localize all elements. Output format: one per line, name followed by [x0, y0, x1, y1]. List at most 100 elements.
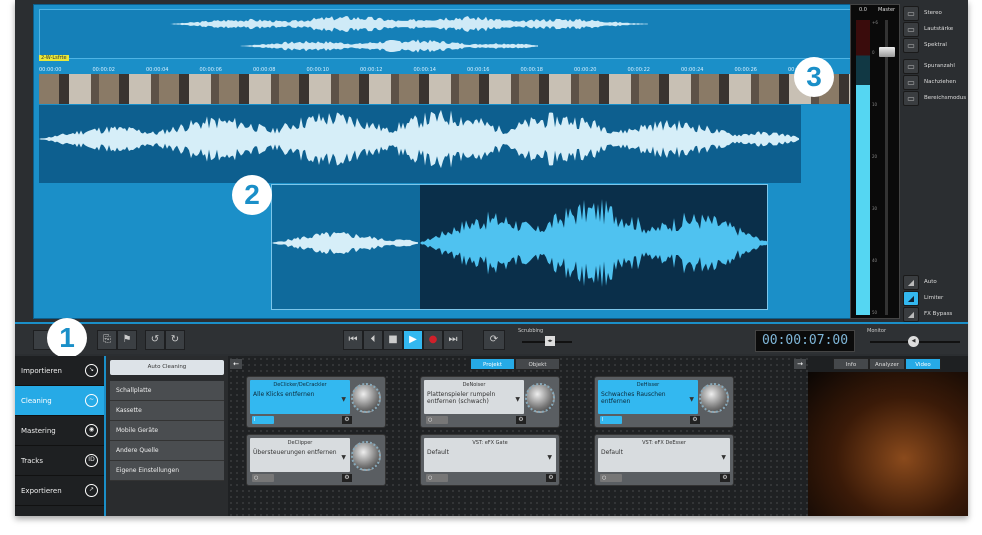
preset-item[interactable]: Kassette [110, 401, 224, 421]
limiter-icon[interactable]: ◢ [903, 291, 919, 306]
redo-button[interactable]: ↻ [165, 330, 185, 350]
effect-preset-value: Default [601, 449, 623, 456]
view-label: Spektral [924, 42, 947, 48]
meter-scale-label: 40 [872, 258, 878, 263]
effect-knob[interactable] [699, 383, 729, 413]
effect-preset-select[interactable]: DeClipper Übersteuerungen entfernen ▼ [250, 438, 350, 472]
effect-title: DeClicker/DeCrackler [273, 382, 327, 388]
nav-cleaning[interactable]: Cleaning ~ [15, 386, 104, 416]
effect-toggle[interactable]: ○ [426, 416, 448, 424]
ruler-tick: 00:00:14 [413, 67, 436, 73]
gear-icon[interactable]: ⚙ [690, 416, 700, 424]
mode-label: Limiter [924, 295, 944, 301]
app-window: 2-W-Lsfrte 00:00:00 00:00:02 00:00:04 00:00… [15, 0, 968, 516]
effect-title: DeNoiser [462, 382, 486, 388]
skip-end-button[interactable]: ⏭ [443, 330, 463, 350]
gear-icon[interactable]: ⚙ [342, 474, 352, 482]
prev-button[interactable]: ⏴ [363, 330, 383, 350]
rack-left-arrow[interactable]: ← [230, 359, 242, 369]
loop-button[interactable]: ⟳ [483, 330, 505, 350]
effect-toggle[interactable]: ○ [600, 474, 622, 482]
tab-analyzer[interactable]: Analyzer [869, 358, 905, 370]
cleaning-icon: ~ [85, 394, 98, 407]
audio-track-1[interactable] [39, 105, 801, 183]
paste-button[interactable]: ⎘ [97, 330, 117, 350]
nav-label: Exportieren [21, 486, 62, 495]
effect-preset-value: Übersteuerungen entfernen [253, 449, 337, 456]
effect-preset-select[interactable]: DeNoiser Plattenspieler rumpeln entferne… [424, 380, 524, 414]
marker-button[interactable]: ⚑ [117, 330, 137, 350]
view-label: Lautstärke [924, 26, 954, 32]
tab-info[interactable]: Info [833, 358, 869, 370]
effect-preset-select[interactable]: DeClicker/DeCrackler Alle Klicks entfern… [250, 380, 350, 414]
record-button[interactable]: ● [423, 330, 443, 350]
stop-button[interactable]: ■ [383, 330, 403, 350]
effect-knob[interactable] [525, 383, 555, 413]
effect-knob[interactable] [351, 383, 381, 413]
tab-video[interactable]: Video [905, 358, 941, 370]
meter-scale-label: +6 [872, 20, 878, 25]
chevron-down-icon: ▼ [721, 454, 726, 461]
toolbar: ✂ 1 ⎘ ⚑ ↺ ↻ ⏮ ⏴ ■ ▶ ● ⏭ ⟳ Scrubbing ◂▸ 0… [15, 318, 968, 358]
timeline-area[interactable]: 2-W-Lsfrte 00:00:00 00:00:02 00:00:04 00:00… [33, 4, 863, 319]
monitor-handle[interactable]: ◀ [908, 336, 919, 347]
gear-icon[interactable]: ⚙ [720, 474, 730, 482]
nav-mastering[interactable]: Mastering ◉ [15, 416, 104, 446]
waveform [39, 109, 799, 169]
tab-objekt[interactable]: Objekt [515, 358, 560, 370]
mastering-icon: ◉ [85, 424, 98, 437]
gear-icon[interactable]: ⚙ [516, 416, 526, 424]
video-thumbnail-track[interactable] [39, 74, 854, 104]
callout-2: 2 [232, 175, 272, 215]
effect-card: VST: eFX Gate Default ▼ ○ ⚙ [420, 434, 560, 486]
effect-toggle[interactable]: ○ [426, 474, 448, 482]
rack-right-arrow[interactable]: → [794, 359, 806, 369]
preset-item[interactable]: Schallplatte [110, 381, 224, 401]
auto-cleaning-button[interactable]: Auto Cleaning [110, 360, 224, 375]
chevron-down-icon: ▼ [515, 396, 520, 403]
video-panel: Info Analyzer Video [808, 356, 968, 516]
fx-bypass-icon[interactable]: ◢ [903, 307, 919, 322]
stereo-icon[interactable]: ▭ [903, 6, 919, 21]
volume-curve-icon[interactable]: ▭ [903, 22, 919, 37]
preset-item[interactable]: Andere Quelle [110, 441, 224, 461]
chevron-down-icon: ▼ [547, 454, 552, 461]
scrubbing-handle[interactable]: ◂▸ [545, 336, 555, 346]
effect-preset-value: Default [427, 449, 449, 456]
overview-waveform[interactable] [39, 9, 854, 59]
effect-preset-select[interactable]: VST: eFX DeEsser Default ▼ [598, 438, 730, 472]
preset-item[interactable]: Eigene Einstellungen [110, 461, 224, 481]
effect-title: VST: eFX Gate [472, 440, 508, 446]
preset-item[interactable]: Mobile Geräte [110, 421, 224, 441]
undo-button[interactable]: ↺ [145, 330, 165, 350]
play-button[interactable]: ▶ [403, 330, 423, 350]
effect-knob[interactable] [351, 441, 381, 471]
waveform [420, 198, 768, 288]
ruler-tick: 00:00:18 [520, 67, 543, 73]
follow-icon[interactable]: ▭ [903, 75, 919, 90]
effect-toggle[interactable]: I [252, 416, 274, 424]
auto-icon[interactable]: ◢ [903, 275, 919, 290]
gear-icon[interactable]: ⚙ [546, 474, 556, 482]
effect-preset-select[interactable]: VST: eFX Gate Default ▼ [424, 438, 556, 472]
nav-importieren[interactable]: Importieren ↘ [15, 356, 104, 386]
ruler-tick: 00:00:16 [467, 67, 490, 73]
skip-start-button[interactable]: ⏮ [343, 330, 363, 350]
tab-projekt[interactable]: Projekt [470, 358, 515, 370]
track-count-icon[interactable]: ▭ [903, 59, 919, 74]
chevron-down-icon: ▼ [341, 396, 346, 403]
nav-exportieren[interactable]: Exportieren ↗ [15, 476, 104, 506]
master-fader[interactable] [879, 47, 895, 57]
audio-object-2[interactable] [271, 184, 768, 310]
effect-preset-select[interactable]: DeHisser Schwaches Rauschen entfernen ▼ [598, 380, 698, 414]
nav-tracks[interactable]: Tracks ID [15, 446, 104, 476]
waveform [272, 231, 418, 255]
ruler-tick: 00:00:22 [627, 67, 650, 73]
gear-icon[interactable]: ⚙ [342, 416, 352, 424]
range-mode-icon[interactable]: ▭ [903, 91, 919, 106]
spectral-icon[interactable]: ▭ [903, 38, 919, 53]
effect-toggle[interactable]: ○ [252, 474, 274, 482]
master-meter: 0.0 Master +6 0 10 20 30 40 50 [850, 4, 900, 319]
effect-card: VST: eFX DeEsser Default ▼ ○ ⚙ [594, 434, 734, 486]
effect-toggle[interactable]: I [600, 416, 622, 424]
